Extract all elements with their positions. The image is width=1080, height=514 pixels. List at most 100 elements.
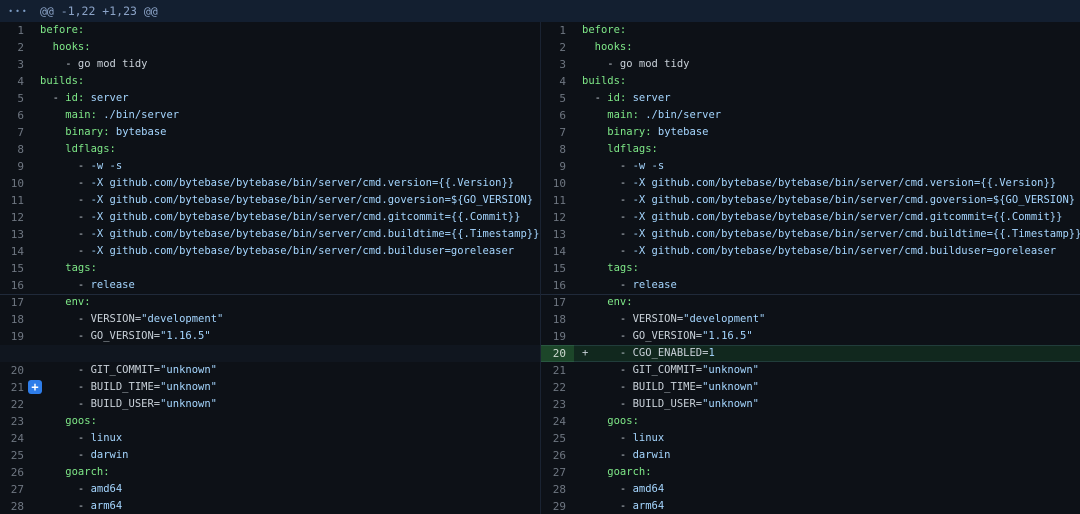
code-token-k: goos:	[40, 415, 97, 427]
line-number-new[interactable]: 10	[540, 175, 574, 192]
line-number-new[interactable]: 27	[540, 464, 574, 481]
line-number-new[interactable]: 5	[540, 90, 574, 107]
line-number-old[interactable]: 16	[0, 277, 32, 294]
line-number-old[interactable]: 23	[0, 413, 32, 430]
code-token-s: release	[91, 279, 135, 291]
line-number-old[interactable]: 24	[0, 430, 32, 447]
code-cell-old: before:	[32, 22, 540, 39]
code-cell-new: - VERSION="development"	[574, 311, 1080, 328]
code-token-p: -	[582, 211, 633, 223]
diff-row: 11 - -X github.com/bytebase/bytebase/bin…	[0, 192, 1080, 209]
line-number-old[interactable]: 17	[0, 294, 32, 311]
diff-row: 14 - -X github.com/bytebase/bytebase/bin…	[0, 243, 1080, 260]
line-number-new[interactable]: 21	[540, 362, 574, 379]
line-number-old[interactable]: 2	[0, 39, 32, 56]
line-number-old[interactable]: 18	[0, 311, 32, 328]
line-number-old[interactable]: 8	[0, 141, 32, 158]
code-token-k: builds:	[582, 75, 626, 87]
code-cell-new: tags:	[574, 260, 1080, 277]
code-cell-old: - BUILD_USER="unknown"	[32, 396, 540, 413]
line-number-old[interactable]: 28	[0, 498, 32, 514]
code-token-p: -	[582, 449, 633, 461]
line-number-new[interactable]: 25	[540, 430, 574, 447]
code-cell-old: - -X github.com/bytebase/bytebase/bin/se…	[32, 175, 540, 192]
line-number-old[interactable]: 25	[0, 447, 32, 464]
code-token-k: goarch:	[40, 466, 110, 478]
line-number-old[interactable]: 5	[0, 90, 32, 107]
code-cell-old: - release	[32, 277, 540, 294]
add-comment-button[interactable]: +	[28, 380, 42, 394]
line-number-new[interactable]: 2	[540, 39, 574, 56]
code-token-p: - BUILD_TIME=	[40, 381, 160, 393]
code-token-p: - BUILD_USER=	[582, 398, 702, 410]
line-number-new[interactable]: 20	[540, 345, 574, 362]
diff-row: 21 - BUILD_TIME="unknown"22 - BUILD_TIME…	[0, 379, 1080, 396]
code-token-k: ldflags:	[582, 143, 658, 155]
code-token-s: -X github.com/bytebase/bytebase/bin/serv…	[633, 177, 1057, 189]
line-number-new[interactable]: 26	[540, 447, 574, 464]
line-number-new[interactable]: 4	[540, 73, 574, 90]
expand-diff-icon[interactable]: •••	[0, 0, 34, 22]
line-number-new[interactable]: 14	[540, 243, 574, 260]
line-number-new[interactable]: 19	[540, 328, 574, 345]
diff-row: 26 goarch:27 goarch:	[0, 464, 1080, 481]
line-number-old[interactable]	[0, 345, 32, 362]
line-number-old[interactable]: 26	[0, 464, 32, 481]
line-number-old[interactable]: 13	[0, 226, 32, 243]
code-token-p: - go mod tidy	[40, 58, 147, 70]
line-number-old[interactable]: 12	[0, 209, 32, 226]
code-token-p: -	[582, 228, 633, 240]
line-number-new[interactable]: 9	[540, 158, 574, 175]
line-number-old[interactable]: 14	[0, 243, 32, 260]
code-token-p: - VERSION=	[582, 313, 683, 325]
line-number-new[interactable]: 3	[540, 56, 574, 73]
line-number-old[interactable]: 3	[0, 56, 32, 73]
code-cell-old: - -X github.com/bytebase/bytebase/bin/se…	[32, 243, 540, 260]
line-number-new[interactable]: 18	[540, 311, 574, 328]
line-number-old[interactable]: 19	[0, 328, 32, 345]
line-number-new[interactable]: 12	[540, 209, 574, 226]
code-cell-new: - -w -s	[574, 158, 1080, 175]
code-token-k: id:	[65, 92, 84, 104]
code-cell-old: - amd64	[32, 481, 540, 498]
line-number-old[interactable]: 20	[0, 362, 32, 379]
code-token-k: hooks:	[40, 41, 91, 53]
code-token-s: darwin	[91, 449, 129, 461]
line-number-old[interactable]: 15	[0, 260, 32, 277]
line-number-new[interactable]: 15	[540, 260, 574, 277]
line-number-old[interactable]: 1	[0, 22, 32, 39]
line-number-new[interactable]: 7	[540, 124, 574, 141]
diff-row: 13 - -X github.com/bytebase/bytebase/bin…	[0, 226, 1080, 243]
line-number-new[interactable]: 16	[540, 277, 574, 294]
line-number-old[interactable]: 6	[0, 107, 32, 124]
line-number-old[interactable]: 22	[0, 396, 32, 413]
line-number-new[interactable]: 23	[540, 396, 574, 413]
line-number-new[interactable]: 24	[540, 413, 574, 430]
line-number-old[interactable]: 10	[0, 175, 32, 192]
line-number-old[interactable]: 4	[0, 73, 32, 90]
code-token-s: 1	[708, 347, 714, 359]
line-number-new[interactable]: 1	[540, 22, 574, 39]
line-number-new[interactable]: 17	[540, 294, 574, 311]
line-number-new[interactable]: 28	[540, 481, 574, 498]
line-number-old[interactable]: 9	[0, 158, 32, 175]
code-token-s: "development"	[141, 313, 223, 325]
code-token-p: - GO_VERSION=	[582, 330, 702, 342]
line-number-new[interactable]: 29	[540, 498, 574, 514]
diff-row: 17 env:17 env:	[0, 294, 1080, 311]
line-number-old[interactable]: 27	[0, 481, 32, 498]
code-token-p	[40, 109, 65, 121]
code-token-s: -X github.com/bytebase/bytebase/bin/serv…	[91, 194, 534, 206]
line-number-old[interactable]: 7	[0, 124, 32, 141]
code-token-s: release	[633, 279, 677, 291]
code-token-s: -X github.com/bytebase/bytebase/bin/serv…	[91, 228, 540, 240]
code-token-k: binary:	[607, 126, 651, 138]
line-number-new[interactable]: 13	[540, 226, 574, 243]
line-number-new[interactable]: 11	[540, 192, 574, 209]
line-number-new[interactable]: 6	[540, 107, 574, 124]
code-cell-old: - -X github.com/bytebase/bytebase/bin/se…	[32, 226, 540, 243]
code-token-s: -w -s	[91, 160, 123, 172]
line-number-new[interactable]: 8	[540, 141, 574, 158]
line-number-new[interactable]: 22	[540, 379, 574, 396]
line-number-old[interactable]: 11	[0, 192, 32, 209]
